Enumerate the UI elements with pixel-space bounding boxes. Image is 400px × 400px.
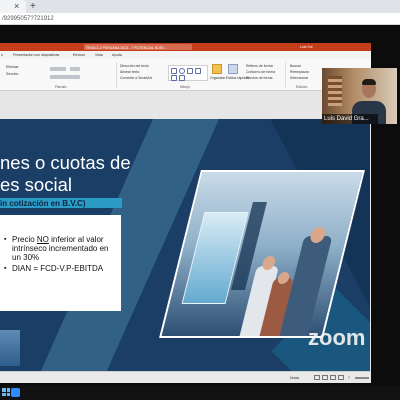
zoom-slider[interactable] xyxy=(355,377,369,379)
ribbon-section[interactable]: Sección xyxy=(6,72,18,76)
align-text-button[interactable]: Alinear texto xyxy=(120,70,139,74)
triangle-shape-icon[interactable] xyxy=(187,68,193,74)
new-tab-icon[interactable]: + xyxy=(30,0,36,13)
convert-smartart-button[interactable]: Convertir a SmartArt xyxy=(120,76,152,80)
paragraph-controls[interactable] xyxy=(50,75,80,79)
ppt-user-name: Luis Sol xyxy=(300,45,313,49)
slide-title: nes o cuotas de es social xyxy=(0,152,131,195)
slide-book-image xyxy=(0,330,20,366)
arrange-button[interactable]: Organizar xyxy=(210,76,225,80)
taskbar xyxy=(0,386,400,400)
video-bookshelf xyxy=(328,76,342,106)
browser-tab-strip: × + xyxy=(0,0,400,13)
ppt-title-bar: TEMA 2-2 PERUANA 2023 - 7 POTENCIAL NUEV… xyxy=(0,43,371,51)
font-color-control[interactable] xyxy=(70,67,80,71)
quick-styles-icon[interactable] xyxy=(228,64,238,74)
browser-tab[interactable]: × xyxy=(0,0,26,13)
oval-shape-icon[interactable] xyxy=(179,68,185,74)
zoom-level: 7 xyxy=(348,376,350,380)
ribbon-separator xyxy=(116,62,117,88)
find-button[interactable]: Buscar xyxy=(290,64,301,68)
ribbon-delete[interactable]: Eliminar xyxy=(6,65,19,69)
close-tab-icon[interactable]: × xyxy=(14,0,19,13)
reading-view-icon[interactable] xyxy=(330,375,336,380)
bullet-emphasis: NO xyxy=(36,235,49,244)
ribbon-group-paragraph: Párrafo xyxy=(55,85,67,89)
ribbon-separator xyxy=(285,62,286,88)
star-shape-icon[interactable] xyxy=(179,75,185,81)
slideshow-view-icon[interactable] xyxy=(338,375,344,380)
windows-start-icon[interactable] xyxy=(2,388,10,396)
presenter-hair xyxy=(362,79,376,85)
bullet-item-price: Precio NO inferior al valor intrínseco i… xyxy=(4,235,116,262)
ppt-menubar: s Presentación con diapositivas Revisar … xyxy=(0,51,371,59)
arrange-icon[interactable] xyxy=(212,64,222,74)
menu-item-view[interactable]: Vista xyxy=(95,51,103,59)
ribbon-group-drawing: Dibujo xyxy=(180,85,190,89)
menu-item-review[interactable]: Revisar xyxy=(73,51,85,59)
shape-fill-button[interactable]: Relleno de forma xyxy=(246,64,273,68)
slide-sorter-icon[interactable] xyxy=(322,375,328,380)
ppt-status-bar: Notas 7 xyxy=(0,371,371,383)
bullet-list: Precio NO inferior al valor intrínseco i… xyxy=(4,235,116,275)
ppt-title-field[interactable]: TEMA 2-2 PERUANA 2023 - 7 POTENCIAL NUEV… xyxy=(84,44,192,50)
zoom-taskbar-icon[interactable] xyxy=(11,388,20,397)
address-text: /92995057?721912 xyxy=(2,16,54,22)
address-bar[interactable]: /92995057?721912 xyxy=(0,13,400,25)
shape-effects-button[interactable]: Efectos de forma xyxy=(246,76,272,80)
menu-item-slideshow[interactable]: Presentación con diapositivas xyxy=(13,51,59,59)
rectangle-shape-icon[interactable] xyxy=(171,68,177,74)
text-direction-button[interactable]: Dirección del texto xyxy=(120,64,149,68)
zoom-watermark-logo: zoom xyxy=(308,325,366,350)
bullet-text: DIAN = FCD-V.P-EBITDA xyxy=(12,264,104,273)
slide-subtitle: in cotización en B.V.C) xyxy=(0,199,86,208)
bullet-text: Precio xyxy=(12,235,37,244)
participant-name-label: Luis David Gra... xyxy=(322,114,378,124)
menu-item-help[interactable]: Ayuda xyxy=(112,51,122,59)
shape-outline-button[interactable]: Contorno de forma xyxy=(246,70,275,74)
font-size-control[interactable] xyxy=(50,67,66,71)
normal-view-icon[interactable] xyxy=(314,375,320,380)
ribbon-group-editing: Edición xyxy=(296,85,308,89)
menu-item-s[interactable]: s xyxy=(1,51,3,59)
arrow-shape-icon[interactable] xyxy=(195,68,201,74)
select-button[interactable]: Seleccionar xyxy=(290,76,308,80)
bullet-item-dian: DIAN = FCD-V.P-EBITDA xyxy=(4,264,116,273)
ppt-ribbon: Eliminar Sección Párrafo Dirección del t… xyxy=(0,59,371,91)
shape-gallery[interactable] xyxy=(168,65,208,81)
replace-button[interactable]: Reemplazar xyxy=(290,70,309,74)
bullet-text-box: Precio NO inferior al valor intrínseco i… xyxy=(0,215,121,311)
line-shape-icon[interactable] xyxy=(171,75,177,81)
notes-button[interactable]: Notas xyxy=(290,372,299,383)
